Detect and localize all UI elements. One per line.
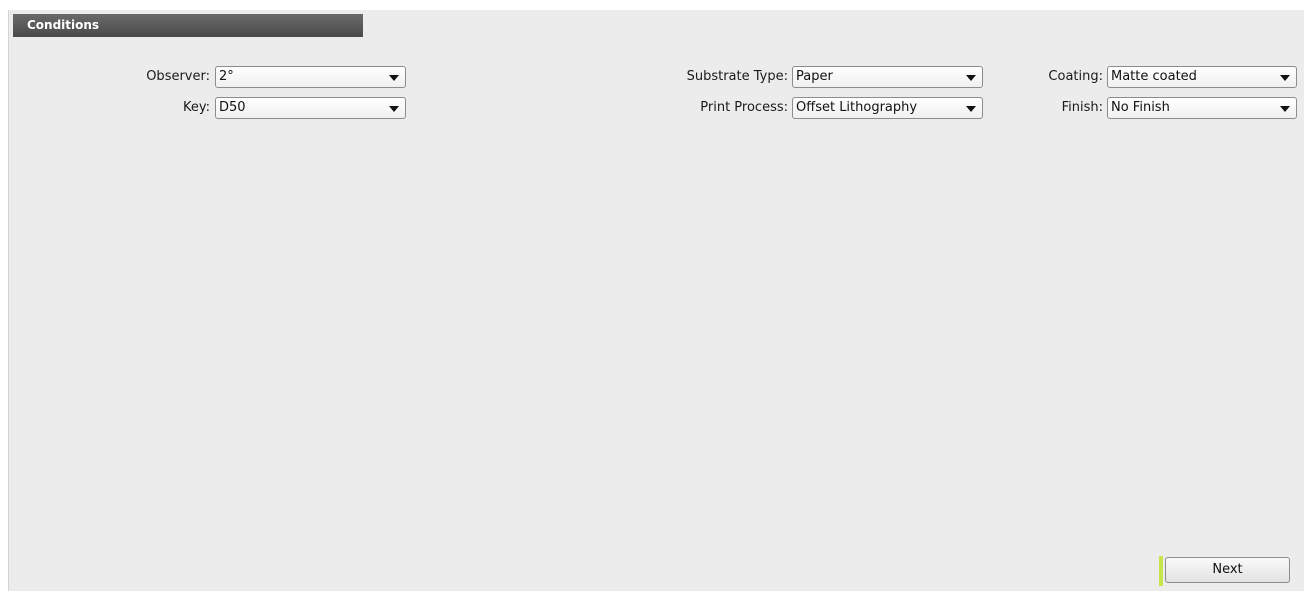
coating-select[interactable]: Matte coated [1107,66,1297,88]
print-process-value: Offset Lithography [796,100,918,115]
coating-label: Coating: [1048,69,1103,84]
key-label: Key: [182,100,210,115]
chevron-down-icon [966,75,976,81]
chevron-down-icon [389,106,399,112]
observer-value: 2° [219,69,234,84]
conditions-header: Conditions [13,14,363,37]
substrate-type-label: Substrate Type: [686,69,788,84]
coating-value: Matte coated [1111,69,1197,84]
observer-label: Observer: [146,69,210,84]
substrate-type-select[interactable]: Paper [792,66,983,88]
chevron-down-icon [966,106,976,112]
next-focus-accent [1159,556,1163,586]
finish-select[interactable]: No Finish [1107,97,1297,119]
print-process-select[interactable]: Offset Lithography [792,97,983,119]
chevron-down-icon [389,75,399,81]
print-process-label: Print Process: [700,100,788,115]
finish-label: Finish: [1061,100,1103,115]
substrate-type-value: Paper [796,69,833,84]
next-button[interactable]: Next [1165,557,1290,583]
chevron-down-icon [1280,106,1290,112]
key-value: D50 [219,100,246,115]
chevron-down-icon [1280,75,1290,81]
finish-value: No Finish [1111,100,1170,115]
observer-select[interactable]: 2° [215,66,406,88]
key-select[interactable]: D50 [215,97,406,119]
conditions-panel: Conditions Observer: 2° Key: D50 Substra… [8,10,1304,591]
